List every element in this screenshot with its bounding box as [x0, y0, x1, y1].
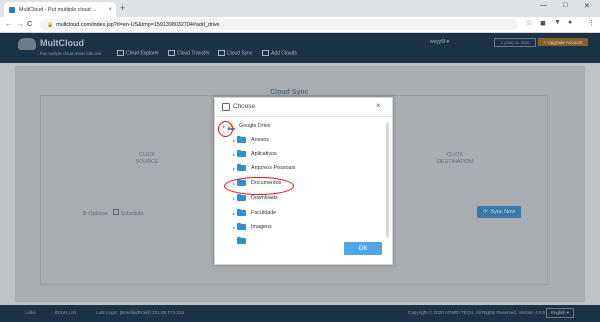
- close-window-button[interactable]: ✕: [584, 2, 590, 10]
- multcloud-favicon-icon: [9, 6, 15, 13]
- tree-scrollbar[interactable]: [386, 122, 389, 238]
- tab-title: MultCloud - Put multiple cloud ...: [19, 6, 97, 13]
- folder-icon: [237, 193, 246, 201]
- upgrade-account-button[interactable]: + Upgrade Account: [538, 38, 588, 46]
- folder-icon: [237, 236, 246, 244]
- explorer-icon: [117, 50, 124, 56]
- folder-label: Downloads: [251, 195, 278, 201]
- footer: Links Errors List Last Login: (Brasília/…: [0, 305, 600, 322]
- new-tab-button[interactable]: +: [120, 3, 125, 13]
- copyright: Copyright © 2020 AOMEI TECH. All Rights …: [408, 310, 546, 315]
- folder-faculdade[interactable]: ▸ Faculdade: [231, 207, 385, 219]
- reload-icon[interactable]: C: [27, 19, 32, 28]
- folder-select-icon: [222, 103, 230, 111]
- minimize-button[interactable]: —: [540, 2, 547, 9]
- tree-label: Google Drive: [239, 123, 271, 129]
- dialog-title: Choose: [233, 103, 256, 110]
- folder-aplicativos[interactable]: ▸ Aplicativos: [231, 148, 385, 160]
- sync-icon: [218, 50, 225, 56]
- click-destination-button[interactable]: CLICK DESTINATION: [430, 152, 480, 166]
- maximize-button[interactable]: □: [563, 2, 567, 9]
- folder-label: Anexos: [251, 137, 269, 143]
- lock-icon: 🔒: [47, 21, 54, 28]
- folder-icon: [237, 208, 246, 216]
- folder-imagens[interactable]: ▸ Imagens: [231, 221, 385, 233]
- language-select[interactable]: English ▾: [546, 308, 574, 318]
- bookmark-star-icon[interactable]: ☆: [526, 19, 532, 27]
- folder-anexos[interactable]: ▸ Anexos: [231, 134, 385, 146]
- highlight-circle-expander: [218, 121, 233, 137]
- nav-cloud-explorer[interactable]: Cloud Explorer: [117, 50, 159, 56]
- options-link[interactable]: Options: [88, 211, 107, 217]
- dialog-close-icon[interactable]: ×: [376, 101, 381, 110]
- brand-name: MultCloud: [40, 38, 84, 48]
- url-text: multcloud.com/index.jsp?rl=en-US&tmp=159…: [56, 21, 220, 28]
- cloud-logo-icon: [18, 38, 36, 50]
- sync-now-button[interactable]: ⟳ Sync Now: [477, 206, 521, 218]
- brand-tagline: Put multiple cloud drives into one: [40, 51, 102, 56]
- options-row: ⚙ Options Schedule: [82, 209, 143, 217]
- folder-label: Faculdade: [251, 210, 277, 216]
- sync-icon: ⟳: [482, 209, 488, 215]
- phone-number: 1 (866) 31-3500: [494, 38, 536, 47]
- profile-avatar[interactable]: ●: [568, 19, 572, 26]
- folder-label: Aplicativos: [251, 151, 277, 157]
- schedule-label: Schedule: [120, 211, 144, 217]
- menu-dots-icon[interactable]: ⋮: [588, 19, 595, 27]
- nav-cloud-sync[interactable]: Cloud Sync: [218, 50, 253, 56]
- url-field[interactable]: 🔒 multcloud.com/index.jsp?rl=en-US&tmp=1…: [40, 19, 518, 30]
- gear-icon[interactable]: ⚙: [82, 211, 87, 217]
- folder-arquivos-pessoais[interactable]: ▸ Arquivos Pessoais: [231, 162, 385, 174]
- schedule-checkbox[interactable]: [112, 209, 119, 215]
- nav-add-clouds[interactable]: Add Clouds: [262, 50, 297, 56]
- user-menu[interactable]: wvyy5f ▾: [430, 39, 449, 45]
- add-cloud-icon: [262, 50, 269, 56]
- highlight-circle-documentos: [224, 177, 294, 195]
- forward-arrow-icon[interactable]: →: [16, 19, 24, 28]
- footer-links[interactable]: Links: [25, 310, 36, 315]
- extension-icon[interactable]: ◼: [540, 19, 546, 27]
- last-login: Last Login: (Brasília/Brasil) 201.88.174…: [96, 310, 185, 315]
- folder-label: Arquivos Pessoais: [251, 165, 296, 171]
- folder-label: Imagens: [251, 224, 272, 230]
- tree-root-google-drive[interactable]: ▸ Google Drive: [221, 120, 385, 132]
- tab-close-icon[interactable]: ×: [108, 7, 112, 13]
- folder-icon: [237, 163, 246, 171]
- extension-v-icon[interactable]: ▼: [554, 19, 561, 26]
- transfer-icon: [168, 50, 175, 56]
- browser-tab[interactable]: MultCloud - Put multiple cloud ... ×: [4, 2, 116, 17]
- ok-button[interactable]: OK: [344, 242, 382, 255]
- folder-icon: [237, 222, 246, 230]
- back-arrow-icon[interactable]: ←: [5, 19, 13, 28]
- nav-cloud-transfer[interactable]: Cloud Transfer: [168, 50, 210, 56]
- footer-errors-list[interactable]: Errors List: [55, 310, 76, 315]
- click-source-button[interactable]: CLICK SOURCE: [130, 152, 164, 166]
- folder-icon: [237, 149, 246, 157]
- folder-icon: [237, 135, 246, 143]
